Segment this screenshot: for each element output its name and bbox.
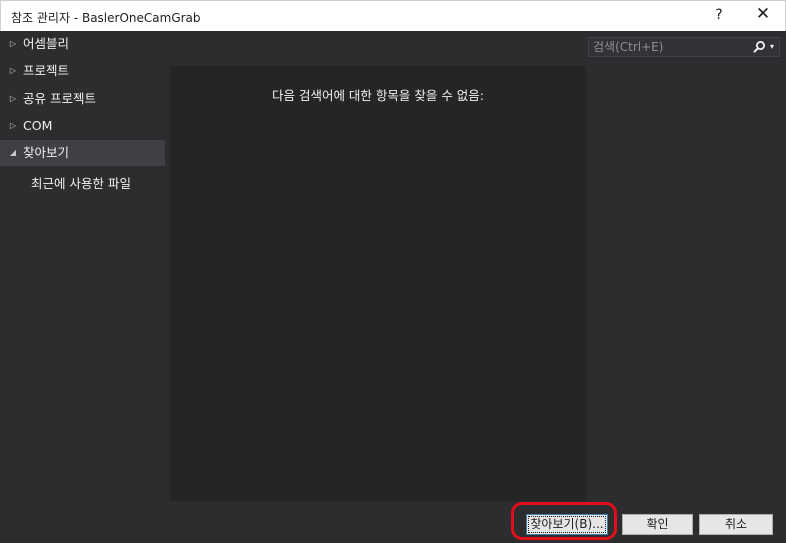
close-icon[interactable]: ✕: [749, 4, 777, 24]
help-icon[interactable]: ?: [711, 7, 727, 23]
sidebar-item-label: 찾아보기: [23, 145, 70, 160]
details-panel: [587, 31, 786, 501]
search-icon[interactable]: [752, 40, 766, 54]
expand-arrow-icon[interactable]: ▷: [8, 113, 18, 139]
sidebar-item-label: 공유 프로젝트: [23, 91, 96, 106]
sidebar-item-label: 어셈블리: [23, 36, 70, 51]
collapse-arrow-icon[interactable]: ◢: [8, 140, 18, 166]
expand-arrow-icon[interactable]: ▷: [8, 58, 18, 84]
expand-arrow-icon[interactable]: ▷: [8, 31, 18, 57]
title-bar: 참조 관리자 - BaslerOneCamGrab ? ✕: [0, 0, 786, 31]
sidebar-item-projects[interactable]: ▷ 프로젝트: [0, 58, 165, 84]
expand-arrow-icon[interactable]: ▷: [8, 86, 18, 112]
browse-button[interactable]: 찾아보기(B)...: [526, 514, 608, 535]
search-input[interactable]: [593, 38, 743, 56]
sidebar-item-label: 프로젝트: [23, 63, 70, 78]
empty-results-message: 다음 검색어에 대한 항목을 찾을 수 없음:: [271, 88, 485, 103]
cancel-button[interactable]: 취소: [699, 514, 773, 535]
sidebar-item-label: COM: [23, 118, 53, 133]
sidebar-item-shared-projects[interactable]: ▷ 공유 프로젝트: [0, 86, 165, 112]
window-title: 참조 관리자 - BaslerOneCamGrab: [11, 11, 201, 25]
ok-button[interactable]: 확인: [622, 514, 693, 535]
results-panel: 다음 검색어에 대한 항목을 찾을 수 없음:: [170, 66, 586, 501]
sidebar-item-com[interactable]: ▷ COM: [0, 113, 165, 139]
sidebar-subitem-recent-files[interactable]: 최근에 사용한 파일: [31, 175, 131, 193]
sidebar-item-browse[interactable]: ◢ 찾아보기: [0, 140, 165, 166]
sidebar-item-assemblies[interactable]: ▷ 어셈블리: [0, 31, 165, 57]
search-box[interactable]: ▾: [588, 37, 780, 57]
search-options-dropdown-icon[interactable]: ▾: [770, 40, 774, 54]
